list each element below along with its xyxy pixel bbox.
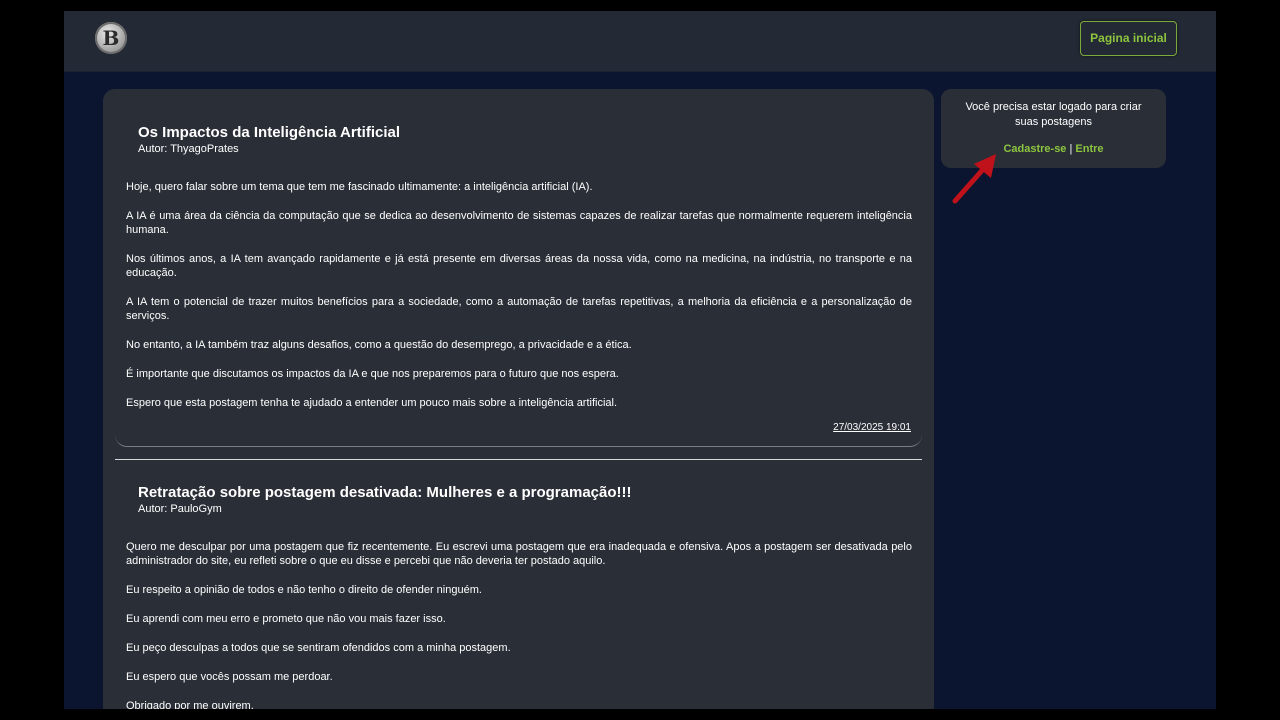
post-card: Retratação sobre postagem desativada: Mu… <box>115 449 922 709</box>
top-navbar: B Pagina inicial <box>64 11 1216 72</box>
signup-link[interactable]: Cadastre-se <box>1003 143 1066 155</box>
post-paragraph: A IA tem o potencial de trazer muitos be… <box>126 296 912 322</box>
post-body: Quero me desculpar por uma postagem que … <box>126 540 912 709</box>
post-author: Autor: PauloGym <box>138 503 222 515</box>
post-title: Retratação sobre postagem desativada: Mu… <box>138 484 632 501</box>
post-author: Autor: ThyagoPrates <box>138 143 239 155</box>
post-paragraph: Eu aprendi com meu erro e prometo que nã… <box>126 613 446 625</box>
post-paragraph: Eu espero que vocês possam me perdoar. <box>126 671 333 683</box>
post-paragraph: A IA é uma área da ciência da computação… <box>126 210 912 236</box>
posts-feed: Os Impactos da Inteligência Artificial A… <box>103 89 934 709</box>
post-paragraph: Espero que esta postagem tenha te ajudad… <box>126 397 618 409</box>
post-paragraph: Eu respeito a opinião de todos e não ten… <box>126 584 482 596</box>
post-paragraph: Hoje, quero falar sobre um tema que tem … <box>126 181 593 193</box>
login-required-message: Você precisa estar logado para criar sua… <box>965 101 1142 128</box>
post-body: Hoje, quero falar sobre um tema que tem … <box>126 180 912 425</box>
post-paragraph: Obrigado por me ouvirem. <box>126 700 254 709</box>
login-link[interactable]: Entre <box>1075 143 1103 155</box>
page-frame: B Pagina inicial Os Impactos da Inteligê… <box>64 11 1216 709</box>
home-button[interactable]: Pagina inicial <box>1080 21 1177 56</box>
post-paragraph: No entanto, a IA também traz alguns desa… <box>126 339 632 351</box>
red-arrow-icon <box>952 154 996 204</box>
post-paragraph: Nos últimos anos, a IA tem avançado rapi… <box>126 253 912 279</box>
logo-icon[interactable]: B <box>95 22 127 54</box>
post-paragraph: Eu peço desculpas a todos que se sentira… <box>126 642 511 654</box>
post-title: Os Impactos da Inteligência Artificial <box>138 124 401 141</box>
post-paragraph: Quero me desculpar por uma postagem que … <box>126 541 912 567</box>
post-card-edge <box>115 432 922 447</box>
link-separator: | <box>1069 143 1073 155</box>
post-paragraph: É importante que discutamos os impactos … <box>126 368 619 380</box>
post-card: Os Impactos da Inteligência Artificial A… <box>115 89 922 447</box>
logo-letter: B <box>102 26 120 50</box>
